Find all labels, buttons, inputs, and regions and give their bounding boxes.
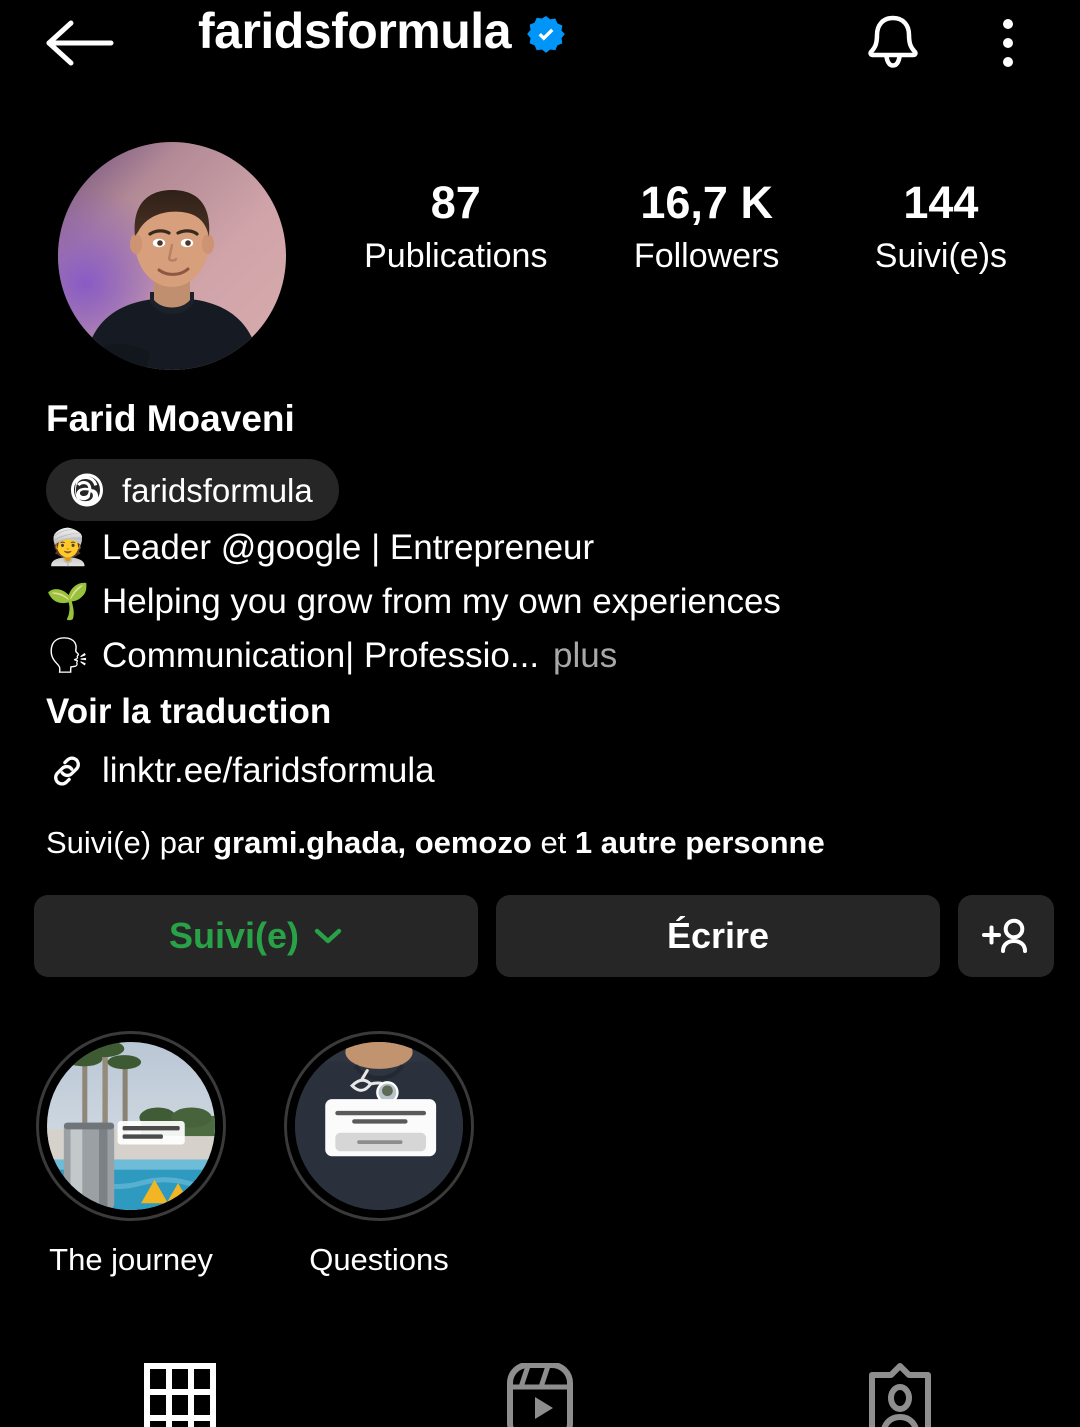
highlight-cover-questions	[295, 1042, 463, 1211]
tab-tagged[interactable]	[720, 1331, 1080, 1427]
tab-reels[interactable]	[360, 1331, 720, 1427]
highlight-questions[interactable]: Questions	[284, 1031, 474, 1278]
highlight-label-questions: Questions	[309, 1242, 449, 1278]
threads-handle: faridsformula	[122, 471, 313, 509]
following-button[interactable]: Suivi(e)	[34, 895, 478, 978]
see-translation-button[interactable]: Voir la traduction	[46, 685, 1040, 739]
external-link[interactable]: linktr.ee/faridsformula	[46, 745, 1040, 797]
top-app-bar: faridsformula	[0, 0, 1080, 84]
bio-emoji-person: 👳	[46, 528, 90, 567]
highlight-ring	[36, 1031, 226, 1222]
story-highlights: The journey Questions	[0, 1031, 1080, 1278]
followed-by-text[interactable]: Suivi(e) par grami.ghada, oemozo et 1 au…	[46, 823, 1040, 863]
threads-logo-icon	[71, 473, 103, 507]
stat-followers-value: 16,7 K	[640, 177, 773, 228]
stat-posts-value: 87	[430, 177, 481, 228]
followed-by-user-2: oemozo	[414, 825, 532, 860]
followed-by-others: 1 autre personne	[574, 825, 825, 860]
stat-followers-label: Followers	[633, 237, 780, 276]
bio-text-3: Communication| Professio...	[102, 636, 540, 675]
profile-bio: Farid Moaveni faridsformula 👳 Leader @go…	[0, 400, 1080, 863]
stat-followers[interactable]: 16,7 K Followers	[632, 177, 782, 279]
stat-posts[interactable]: 87 Publications	[364, 177, 548, 279]
tab-grid[interactable]	[0, 1331, 360, 1427]
bio-line-1: 👳 Leader @google | Entrepreneur	[46, 521, 1040, 575]
profile-tab-bar	[0, 1331, 1080, 1427]
back-button[interactable]	[42, 12, 118, 74]
add-person-button[interactable]	[958, 895, 1054, 978]
question-sticker-cover-image	[295, 1042, 463, 1211]
profile-header: 87 Publications 16,7 K Followers 144 Sui…	[0, 84, 1080, 370]
pool-palm-tumbler-cover-image	[47, 1042, 215, 1211]
notifications-button[interactable]	[858, 8, 928, 78]
highlight-label-the-journey: The journey	[49, 1242, 213, 1278]
bio-line-2: 🌱 Helping you grow from my own experienc…	[46, 575, 1040, 629]
kebab-menu-icon	[1003, 19, 1013, 29]
external-link-text: linktr.ee/faridsformula	[102, 751, 435, 790]
page-title: faridsformula	[198, 3, 512, 59]
bio-text-1: Leader @google | Entrepreneur	[102, 528, 595, 567]
grid-icon	[144, 1363, 216, 1427]
avatar[interactable]	[58, 142, 286, 370]
stat-following-label: Suivi(e)s	[874, 237, 1008, 276]
more-options-button[interactable]	[980, 8, 1036, 78]
followed-by-prefix: Suivi(e) par	[46, 825, 205, 860]
profile-stats: 87 Publications 16,7 K Followers 144 Sui…	[286, 142, 1080, 279]
message-button[interactable]: Écrire	[496, 895, 940, 978]
add-person-icon	[982, 918, 1027, 954]
chevron-down-icon	[314, 929, 342, 944]
verified-badge-icon	[527, 15, 565, 53]
avatar-image	[58, 142, 286, 370]
stat-following[interactable]: 144 Suivi(e)s	[866, 177, 1016, 279]
highlight-cover-the-journey	[47, 1042, 215, 1211]
stat-posts-label: Publications	[364, 237, 548, 276]
kebab-menu-icon	[1003, 38, 1013, 48]
message-button-label: Écrire	[666, 915, 770, 957]
tagged-icon	[869, 1363, 931, 1427]
following-button-label: Suivi(e)	[168, 915, 300, 957]
bio-more-button[interactable]: plus	[553, 629, 617, 683]
kebab-menu-icon	[1003, 57, 1013, 67]
profile-action-buttons: Suivi(e) Écrire	[0, 895, 1080, 978]
bio-emoji-speaking-head: 🗣	[46, 636, 91, 675]
highlight-the-journey[interactable]: The journey	[36, 1031, 226, 1278]
reels-icon	[507, 1363, 573, 1427]
followed-by-user-1: grami.ghada,	[213, 825, 407, 860]
bell-icon	[868, 15, 918, 68]
bio-emoji-seedling: 🌱	[46, 582, 90, 621]
highlight-ring	[284, 1031, 474, 1222]
full-name: Farid Moaveni	[46, 398, 295, 439]
bio-line-3: 🗣 Communication| Professio... plus	[46, 629, 1040, 683]
followed-by-conjunction: et	[540, 825, 567, 860]
stat-following-value: 144	[903, 177, 979, 228]
bio-text-2: Helping you grow from my own experiences	[102, 582, 781, 621]
arrow-left-icon	[46, 20, 114, 66]
link-chain-icon	[54, 756, 80, 786]
threads-badge[interactable]: faridsformula	[46, 459, 339, 521]
profile-title-group: faridsformula	[198, 6, 565, 56]
